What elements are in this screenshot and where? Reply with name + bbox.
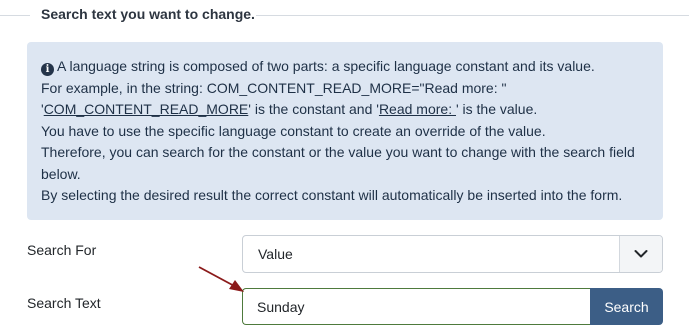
info-text-3-suffix: ' is the value.: [455, 101, 538, 117]
info-line-3: 'COM_CONTENT_READ_MORE' is the constant …: [41, 99, 653, 121]
annotation-arrow-icon: [198, 266, 244, 292]
language-override-search-panel: Search text you want to change. iA langu…: [0, 0, 689, 329]
search-for-dropdown-toggle[interactable]: [619, 236, 662, 272]
search-text-label: Search Text: [27, 295, 101, 311]
info-line-4: You have to use the specific language co…: [41, 122, 546, 139]
search-button[interactable]: Search: [590, 288, 663, 325]
info-line-5: Therefore, you can search for the consta…: [41, 144, 635, 160]
fieldset-legend: Search text you want to change.: [0, 0, 689, 32]
value-example: Read more:: [378, 101, 456, 117]
constant-example: COM_CONTENT_READ_MORE: [43, 101, 249, 117]
search-for-label: Search For: [27, 242, 97, 258]
legend-divider-left: [0, 15, 30, 16]
info-line-2: For example, in the string: COM_CONTENT_…: [41, 79, 507, 96]
legend-divider-right: [256, 15, 689, 16]
search-text-input[interactable]: [242, 288, 590, 325]
info-alert: iA language string is composed of two pa…: [27, 42, 663, 220]
info-text-3-middle: ' is the constant and ': [248, 101, 379, 117]
info-circle-icon: i: [41, 63, 54, 76]
search-for-select[interactable]: Value: [242, 235, 663, 273]
info-line-6: below.: [41, 165, 81, 182]
chevron-down-icon: [634, 250, 648, 258]
info-line-7: By selecting the desired result the corr…: [41, 187, 623, 203]
info-line-1: iA language string is composed of two pa…: [41, 56, 653, 78]
fieldset-title: Search text you want to change.: [41, 6, 255, 22]
info-text-1: A language string is composed of two par…: [57, 58, 595, 74]
search-for-selected-value: Value: [258, 246, 293, 262]
